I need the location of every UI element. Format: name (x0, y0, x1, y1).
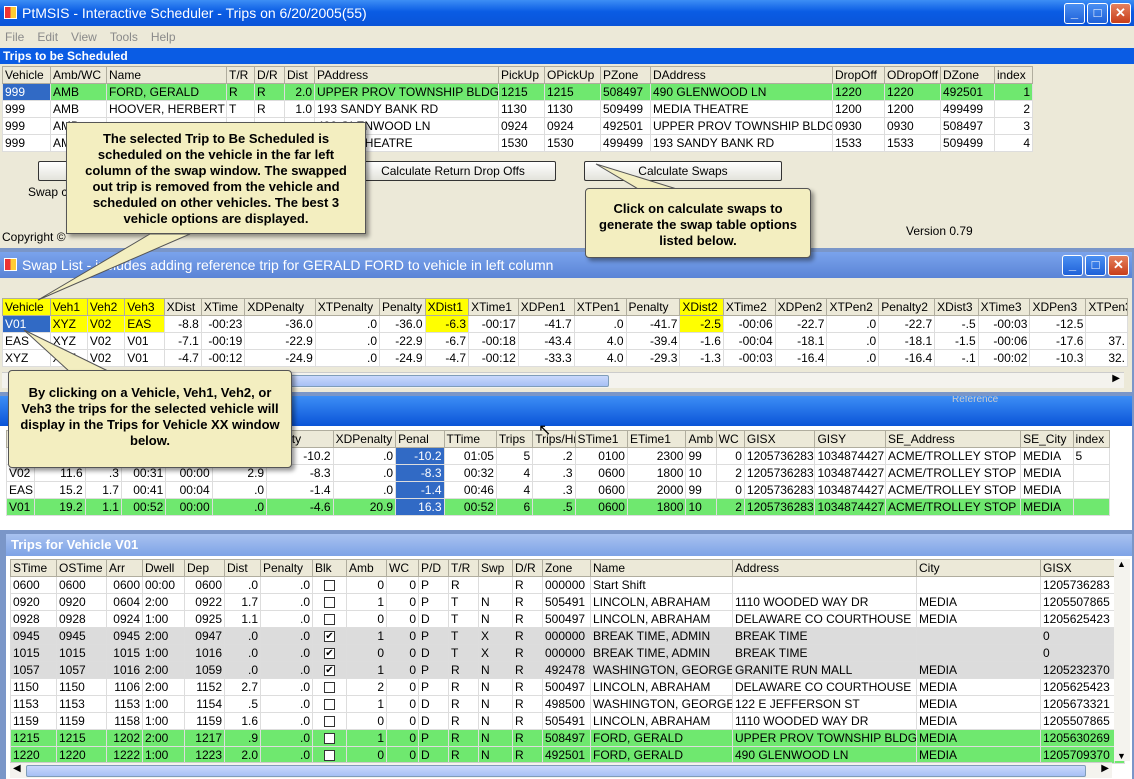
callout-calculate-swaps: Click on calculate swaps to generate the… (585, 188, 811, 258)
callout-click-vehicle: By clicking on a Vehicle, Veh1, Veh2, or… (8, 370, 292, 468)
mouse-cursor-icon: ↖ (538, 422, 552, 439)
